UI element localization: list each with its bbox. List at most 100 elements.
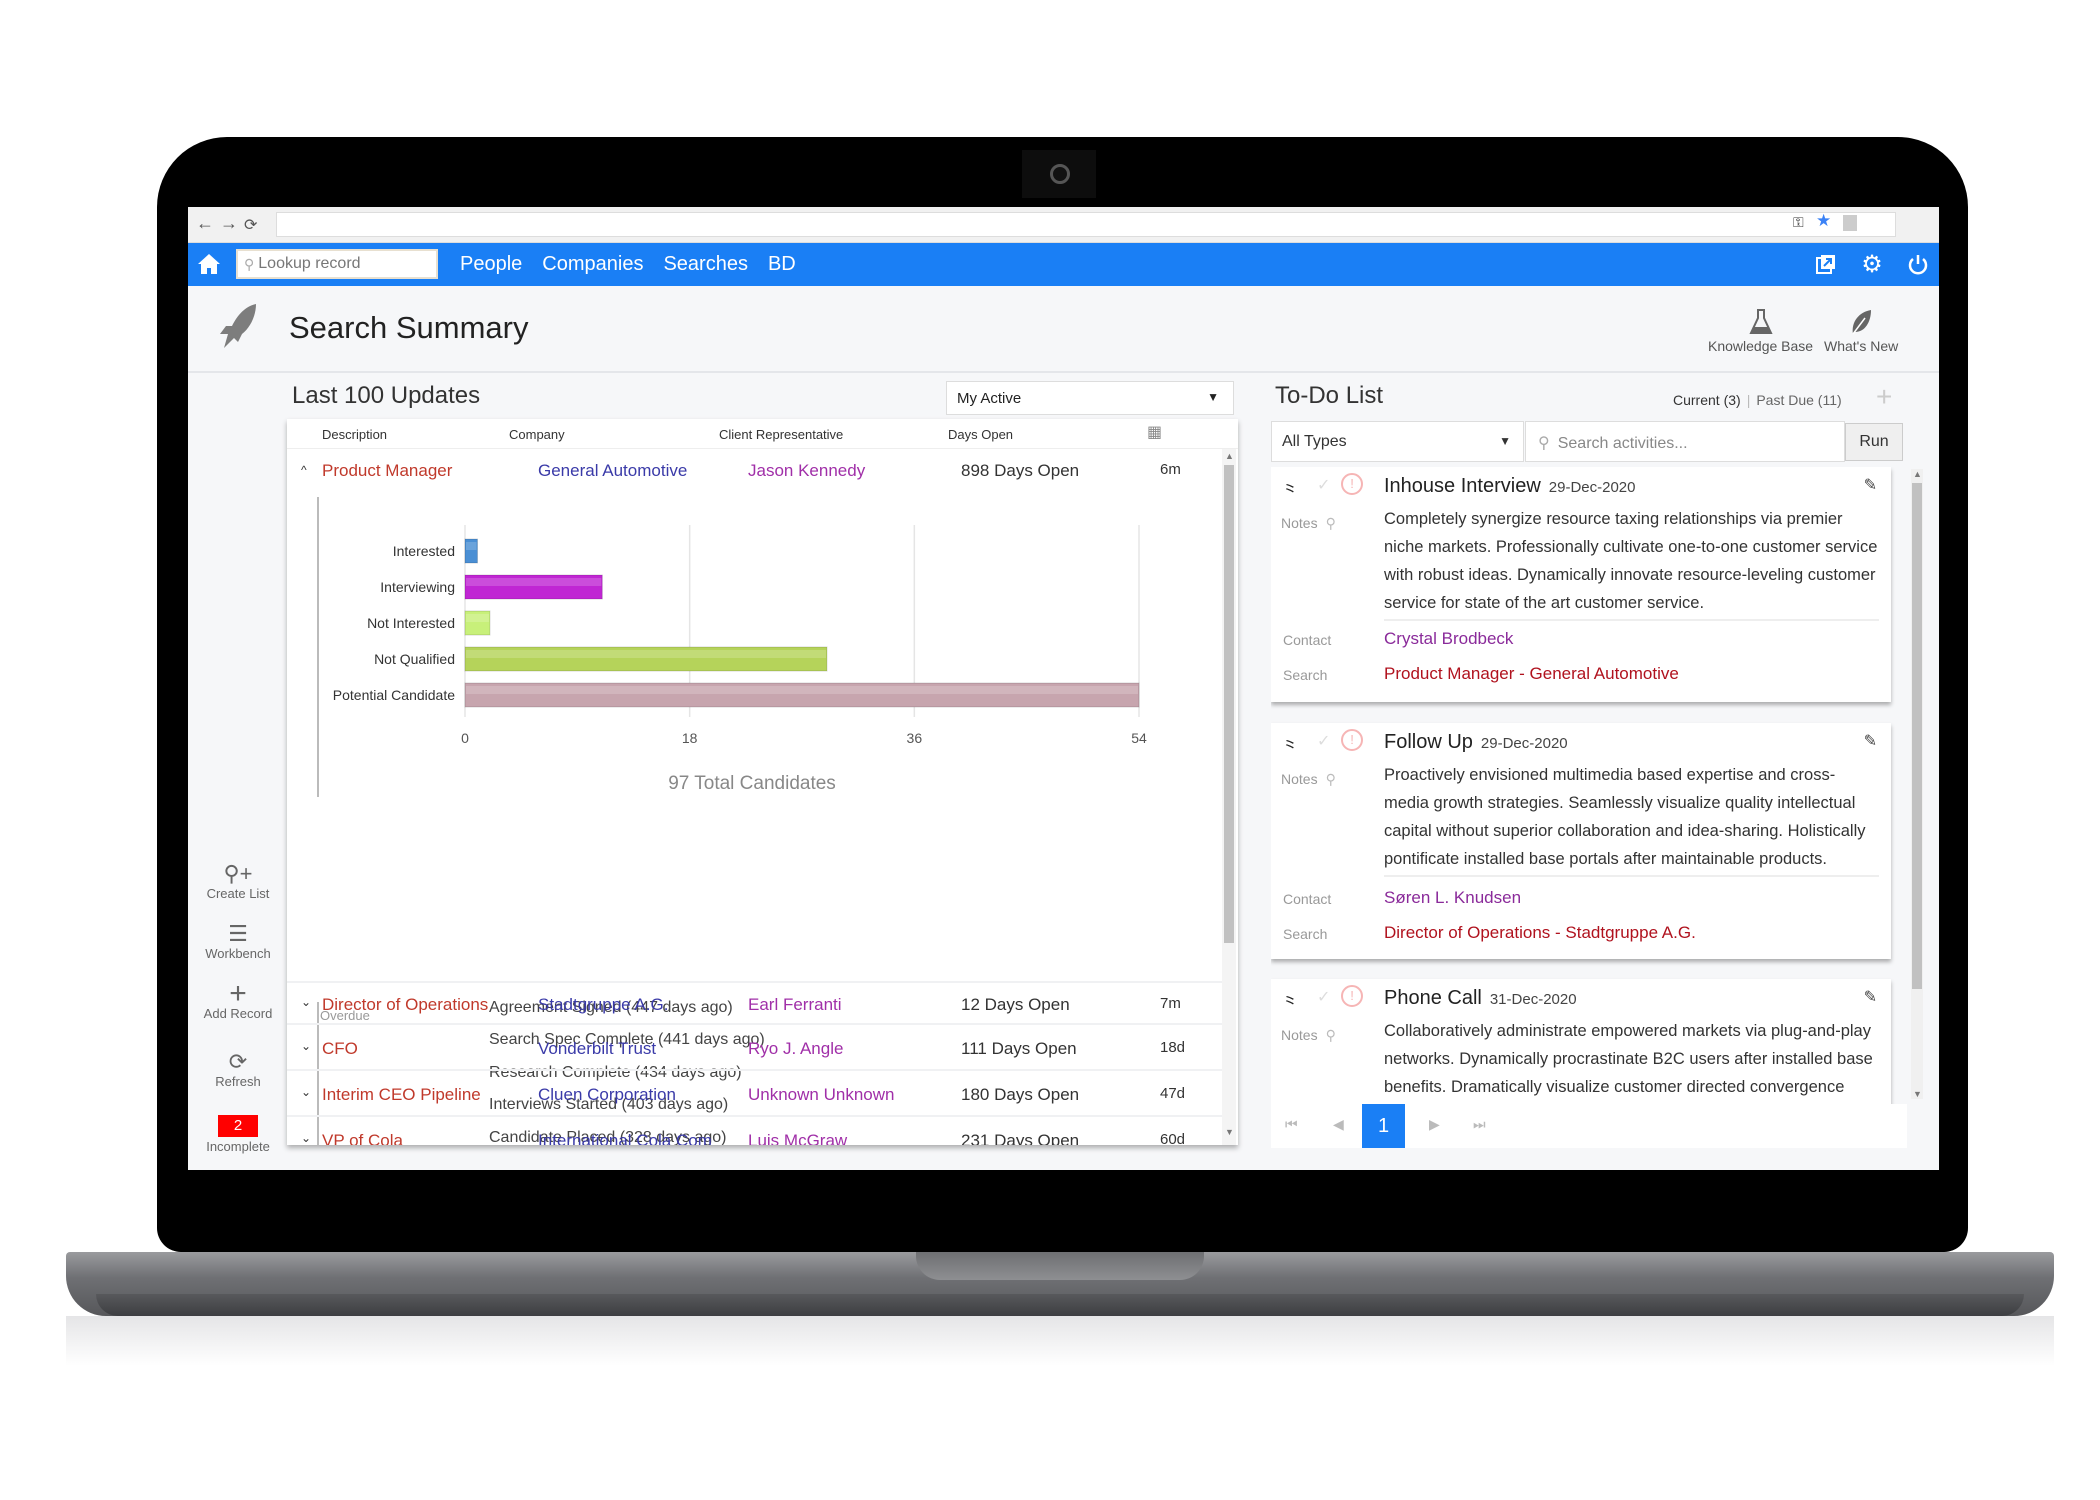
knowledge-base-button[interactable]: Knowledge Base	[1708, 308, 1813, 354]
row-company[interactable]: International Cola Com	[538, 1131, 712, 1145]
nav-bd[interactable]: BD	[768, 253, 796, 276]
prev-page-icon[interactable]: ◀	[1333, 1116, 1344, 1133]
create-list-button[interactable]: ⚲+ Create List	[188, 861, 288, 902]
settings-gear-icon[interactable]: ⚙	[1859, 251, 1885, 278]
table-header: Description Company Client Representativ…	[287, 419, 1238, 449]
row-client-rep[interactable]: Unknown Unknown	[748, 1085, 894, 1105]
add-todo-button[interactable]: +	[1876, 381, 1892, 413]
col-client-rep[interactable]: Client Representative	[719, 427, 843, 442]
lookup-placeholder: Lookup record	[258, 255, 361, 272]
todo-scrollbar[interactable]: ▲ ▼	[1911, 469, 1923, 1099]
forward-icon[interactable]: →	[220, 213, 238, 234]
first-page-icon[interactable]: ⏮	[1285, 1116, 1298, 1133]
chevron-down-icon[interactable]: ⌄	[301, 1131, 311, 1145]
scroll-down-icon[interactable]: ▼	[1913, 1089, 1922, 1099]
nav-companies[interactable]: Companies	[542, 253, 643, 276]
scroll-up-icon[interactable]: ▲	[1913, 469, 1922, 479]
next-page-icon[interactable]: ▶	[1429, 1116, 1440, 1133]
updates-filter-select[interactable]: My Active ▼	[946, 381, 1234, 415]
address-bar[interactable]	[276, 212, 1896, 237]
calendar-icon[interactable]: ▦	[1147, 422, 1162, 442]
search-notes-icon[interactable]: ⚲	[1326, 1027, 1336, 1043]
priority-alert-icon[interactable]: !	[1341, 729, 1363, 751]
plus-icon: +	[229, 977, 247, 1010]
activity-type-select[interactable]: All Types ▼	[1271, 421, 1524, 462]
row-company[interactable]: Stadtgruppe A.G.	[538, 995, 668, 1015]
home-icon[interactable]	[196, 251, 222, 277]
row-client-rep[interactable]: Jason Kennedy	[748, 461, 865, 481]
chevron-up-icon[interactable]: ^	[301, 463, 307, 477]
row-company[interactable]: Cluen Corporation	[538, 1085, 676, 1105]
incomplete-count-badge: 2	[218, 1115, 258, 1137]
incomplete-button[interactable]: 2 Incomplete	[188, 1115, 288, 1154]
scroll-down-icon[interactable]: ▼	[1225, 1127, 1234, 1137]
complete-check-icon[interactable]: ✓	[1317, 987, 1330, 1007]
chevron-down-icon[interactable]: ⌄	[301, 995, 311, 1009]
table-scrollbar[interactable]: ▲ ▼	[1222, 449, 1236, 1145]
row-description[interactable]: VP of Cola	[322, 1131, 403, 1145]
add-record-button[interactable]: + Add Record	[188, 977, 288, 1022]
bar-highlight	[466, 542, 477, 550]
chevron-down-icon[interactable]: ⌄	[301, 1085, 311, 1099]
todo-search-link[interactable]: Director of Operations - Stadtgruppe A.G…	[1384, 923, 1696, 943]
table-row[interactable]: ⌄ Director of Operations Stadtgruppe A.G…	[287, 981, 1222, 1025]
scrollbar-thumb[interactable]	[1912, 483, 1922, 989]
workbench-button[interactable]: ☰ Workbench	[188, 922, 288, 962]
col-days-open[interactable]: Days Open	[948, 427, 1013, 442]
power-icon[interactable]	[1905, 251, 1931, 277]
edit-pencil-icon[interactable]: ✎	[1864, 731, 1877, 751]
extension-icon[interactable]	[1843, 215, 1857, 231]
row-company[interactable]: General Automotive	[538, 461, 687, 481]
row-description[interactable]: Interim CEO Pipeline	[322, 1085, 481, 1105]
key-icon[interactable]: ⚿	[1793, 214, 1804, 231]
row-description[interactable]: CFO	[322, 1039, 358, 1059]
row-age: 47d	[1160, 1085, 1186, 1102]
search-notes-icon[interactable]: ⚲	[1326, 771, 1336, 787]
tab-current[interactable]: Current (3)	[1673, 392, 1741, 408]
table-row[interactable]: ^ Product Manager General Automotive Jas…	[287, 449, 1222, 493]
scrollbar-thumb[interactable]	[1224, 465, 1234, 943]
lookup-record-input[interactable]: ⚲ Lookup record	[236, 249, 438, 279]
row-company[interactable]: Vonderbilt Trust	[538, 1039, 656, 1059]
row-age: 60d	[1160, 1131, 1186, 1145]
nav-people[interactable]: People	[460, 253, 522, 276]
todo-card[interactable]: ⺀ ✓ ! Follow Up 29-Dec-2020 ✎ Notes ⚲ Proa…	[1271, 723, 1891, 959]
edit-pencil-icon[interactable]: ✎	[1864, 987, 1877, 1007]
scroll-up-icon[interactable]: ▲	[1225, 451, 1234, 461]
back-icon[interactable]: ←	[196, 213, 214, 234]
table-row[interactable]: ⌄ Interim CEO Pipeline Cluen Corporation…	[287, 1073, 1222, 1117]
complete-check-icon[interactable]: ✓	[1317, 731, 1330, 751]
row-description[interactable]: Director of Operations	[322, 995, 488, 1015]
nav-searches[interactable]: Searches	[663, 253, 748, 276]
external-link-icon[interactable]	[1813, 251, 1839, 277]
last-page-icon[interactable]: ⏭	[1473, 1116, 1486, 1133]
bookmark-star-icon[interactable]: ★	[1816, 211, 1831, 231]
row-client-rep[interactable]: Ryo J. Angle	[748, 1039, 843, 1059]
table-row[interactable]: ⌄ CFO Vonderbilt Trust Ryo J. Angle 111 …	[287, 1027, 1222, 1071]
row-client-rep[interactable]: Luis McGraw	[748, 1131, 847, 1145]
current-page[interactable]: 1	[1362, 1104, 1405, 1148]
refresh-button[interactable]: ⟳ Refresh	[188, 1050, 288, 1090]
run-button[interactable]: Run	[1845, 423, 1903, 461]
tab-past-due[interactable]: Past Due (11)	[1756, 392, 1841, 408]
priority-alert-icon[interactable]: !	[1341, 985, 1363, 1007]
whats-new-button[interactable]: What's New	[1824, 308, 1898, 354]
reload-icon[interactable]: ⟳	[244, 215, 257, 235]
col-description[interactable]: Description	[322, 427, 387, 442]
row-client-rep[interactable]: Earl Ferranti	[748, 995, 842, 1015]
table-row[interactable]: ⌄ VP of Cola International Cola Com Luis…	[287, 1119, 1222, 1145]
todo-search-link[interactable]: Product Manager - General Automotive	[1384, 664, 1679, 684]
edit-pencil-icon[interactable]: ✎	[1864, 475, 1877, 495]
search-notes-icon[interactable]: ⚲	[1326, 515, 1336, 531]
todo-contact-link[interactable]: Crystal Brodbeck	[1384, 629, 1513, 649]
todo-contact-link[interactable]: Søren L. Knudsen	[1384, 888, 1521, 908]
row-description[interactable]: Product Manager	[322, 461, 452, 481]
col-company[interactable]: Company	[509, 427, 565, 442]
chevron-down-icon[interactable]: ⌄	[301, 1039, 311, 1053]
activity-search-input[interactable]: ⚲ Search activities...	[1525, 421, 1845, 462]
priority-alert-icon[interactable]: !	[1341, 473, 1363, 495]
complete-check-icon[interactable]: ✓	[1317, 475, 1330, 495]
search-plus-icon: ⚲+	[223, 861, 253, 886]
flask-icon	[1708, 308, 1813, 336]
todo-card[interactable]: ⺀ ✓ ! Inhouse Interview 29-Dec-2020 ✎ Not…	[1271, 467, 1891, 702]
